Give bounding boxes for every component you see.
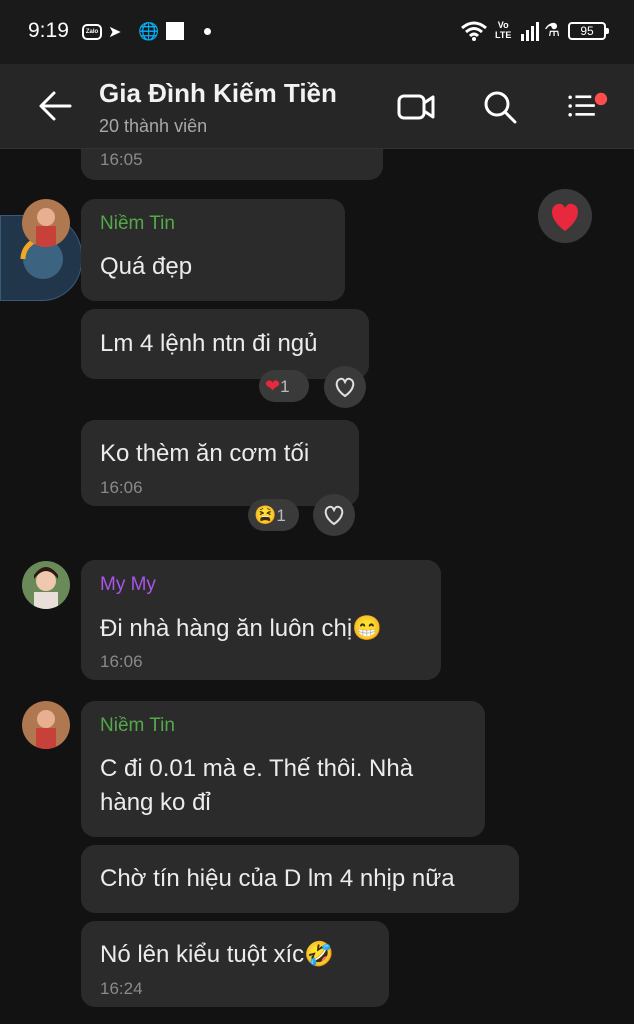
chat-header: Gia Đình Kiếm Tiền 20 thành viên: [0, 64, 634, 149]
zalo-icon: Zalo: [82, 24, 102, 40]
message-text: Đi nhà hàng ăn luôn chị😁: [100, 615, 383, 642]
message-bubble[interactable]: Niềm Tin C đi 0.01 mà e. Thế thôi. Nhà h…: [81, 701, 485, 837]
reaction-summary[interactable]: ❤1: [259, 370, 309, 402]
message-text: Ko thèm ăn cơm tối: [100, 440, 310, 467]
notification-square-icon: [166, 22, 184, 40]
message-text: Chờ tín hiệu của D lm 4 nhịp nữa: [100, 865, 455, 892]
telegram-icon: ➤: [108, 24, 122, 41]
battery-icon: 95: [568, 22, 609, 40]
message-text: Quá đẹp: [100, 253, 193, 280]
status-bar: 9:19 Zalo ➤ 🌐 Vo LTE ⚗ 95: [0, 0, 634, 64]
message-bubble[interactable]: Nó lên kiểu tuột xíc🤣 16:24: [81, 921, 389, 1007]
message-bubble[interactable]: Niềm Tin Quá đẹp: [81, 199, 345, 301]
heart-outline-icon: [324, 505, 344, 526]
menu-list-icon[interactable]: [564, 86, 608, 126]
status-time: 9:19: [28, 19, 69, 42]
quick-heart-button[interactable]: [538, 189, 592, 243]
message-time: 16:24: [100, 979, 143, 998]
video-call-icon[interactable]: [394, 86, 438, 126]
notification-dot-icon: [204, 28, 211, 35]
message-time: 16:06: [100, 478, 143, 497]
message-bubble[interactable]: Ko thèm ăn cơm tối 16:06: [81, 420, 359, 506]
avatar[interactable]: [22, 561, 70, 609]
wifi-icon: [461, 21, 487, 41]
message-text: Lm 4 lệnh ntn đi ngủ: [100, 330, 318, 357]
lab-flask-icon: ⚗: [544, 20, 561, 40]
message-time: 16:06: [100, 652, 143, 671]
reaction-count: 1: [276, 506, 286, 525]
message-text: Nó lên kiểu tuột xíc🤣: [100, 941, 334, 968]
back-arrow-icon[interactable]: [36, 88, 76, 124]
message-time: 16:05: [100, 150, 143, 169]
message-text-line-2: hàng ko đỉ: [100, 789, 211, 816]
message-list[interactable]: 16:05 Niềm Tin Quá đẹp Lm 4 lệnh ntn đi …: [0, 149, 634, 1024]
message-bubble[interactable]: Lm 4 lệnh ntn đi ngủ: [81, 309, 369, 379]
heart-icon: [552, 203, 578, 231]
message-bubble[interactable]: 16:05: [81, 149, 383, 180]
laughing-face-icon: 😫: [254, 505, 277, 525]
heart-outline-icon: [335, 377, 355, 398]
search-icon[interactable]: [478, 86, 522, 126]
add-reaction-button[interactable]: [324, 366, 366, 408]
reaction-summary[interactable]: 😫1: [248, 499, 299, 531]
add-reaction-button[interactable]: [313, 494, 355, 536]
globe-icon: 🌐: [138, 22, 160, 41]
signal-icon: [521, 22, 539, 41]
sender-name: Niềm Tin: [100, 213, 175, 234]
reaction-count: 1: [280, 377, 290, 396]
sender-name: My My: [100, 574, 156, 595]
message-bubble[interactable]: Chờ tín hiệu của D lm 4 nhịp nữa: [81, 845, 519, 913]
group-title[interactable]: Gia Đình Kiếm Tiền: [99, 78, 337, 109]
volte-icon: Vo LTE: [495, 20, 512, 40]
sender-name: Niềm Tin: [100, 715, 175, 736]
heart-icon: ❤: [265, 376, 281, 396]
member-count[interactable]: 20 thành viên: [99, 116, 207, 137]
message-bubble[interactable]: My My Đi nhà hàng ăn luôn chị😁 16:06: [81, 560, 441, 680]
avatar[interactable]: [22, 199, 70, 247]
message-text-line-1: C đi 0.01 mà e. Thế thôi. Nhà: [100, 755, 414, 782]
avatar[interactable]: [22, 701, 70, 749]
